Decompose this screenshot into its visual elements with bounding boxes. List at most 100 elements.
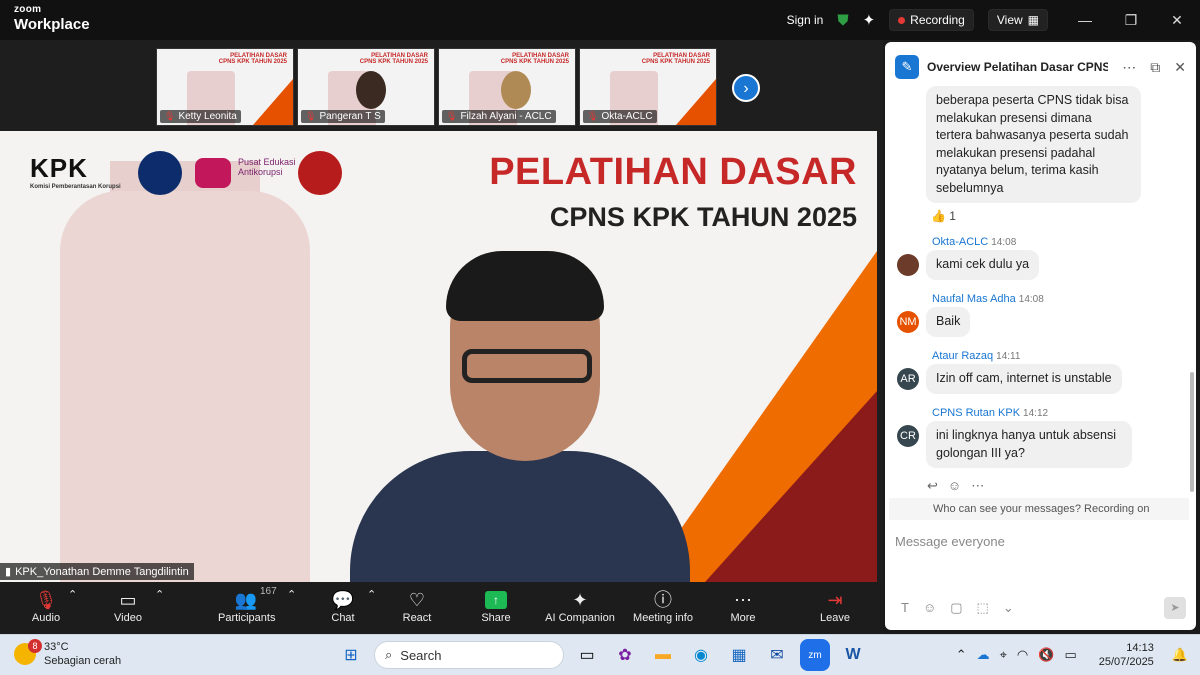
battery-icon[interactable]: ▭ bbox=[1064, 647, 1076, 663]
emoji-icon[interactable]: ☺ bbox=[923, 600, 936, 616]
chat-compose-icon: ✎ bbox=[895, 55, 919, 79]
text-format-icon[interactable]: T bbox=[901, 600, 909, 616]
participant-thumbnail[interactable]: PELATIHAN DASAR CPNS KPK TAHUN 2025 🎙 Pang… bbox=[297, 48, 435, 126]
system-tray: ⌃ ☁ ⌖ ◠ 🔇 ▭ 14:13 25/07/2025 🔔 bbox=[956, 635, 1200, 675]
chat-title: Overview Pelatihan Dasar CPNS ... bbox=[927, 60, 1109, 74]
send-button[interactable]: ➤ bbox=[1164, 597, 1186, 619]
message-sender: Ataur Razaq 14:11 bbox=[932, 350, 1021, 362]
chat-message-bubble: kami cek dulu ya bbox=[926, 250, 1040, 280]
file-icon[interactable]: ▢ bbox=[950, 600, 962, 616]
more-dots-icon: ⋯ bbox=[734, 590, 752, 610]
weather-widget[interactable]: 8 33°C Sebagian cerah bbox=[14, 639, 122, 668]
zoom-logo: zoom Workplace bbox=[14, 5, 90, 33]
speaker-figure bbox=[350, 251, 690, 582]
visibility-note[interactable]: Who can see your messages? Recording on bbox=[889, 498, 1189, 520]
participant-thumbnail[interactable]: PELATIHAN DASAR CPNS KPK TAHUN 2025 🎙 Kett… bbox=[156, 48, 294, 126]
message-actions: ↩ ☺ ⋯ bbox=[927, 478, 984, 494]
audio-options-chevron-icon[interactable]: ⌃ bbox=[68, 588, 77, 601]
speaker-glasses bbox=[462, 349, 592, 383]
meeting-stage: PELATIHAN DASAR CPNS KPK TAHUN 2025 🎙 Kett… bbox=[0, 40, 883, 582]
sign-in-button[interactable]: Sign in bbox=[787, 13, 824, 27]
chat-input-area[interactable]: Message everyone T ☺ ▢ ⬚ ⌄ ➤ bbox=[885, 522, 1196, 630]
share-label: Share bbox=[481, 612, 511, 624]
chat-message-bubble: beberapa peserta CPNS tidak bisa melakuk… bbox=[926, 86, 1141, 203]
participant-thumbnail[interactable]: PELATIHAN DASAR CPNS KPK TAHUN 2025 🎙 Filz… bbox=[438, 48, 576, 126]
task-view-icon[interactable]: ▭ bbox=[572, 639, 602, 671]
chevron-up-icon[interactable]: ⌃ bbox=[956, 647, 967, 663]
outlook-icon[interactable]: ✉ bbox=[762, 639, 792, 671]
onedrive-cloud-icon[interactable]: ☁ bbox=[977, 647, 990, 663]
slide-accent-graphic bbox=[676, 79, 716, 125]
pusat-edukasi-logo-icon bbox=[195, 158, 231, 188]
chevron-down-icon[interactable]: ⌄ bbox=[1003, 600, 1014, 616]
chat-header: ✎ Overview Pelatihan Dasar CPNS ... ⋯ ⧉ … bbox=[885, 42, 1196, 92]
close-icon[interactable]: ✕ bbox=[1154, 12, 1200, 29]
chat-button[interactable]: 💬 Chat bbox=[328, 588, 358, 624]
heart-icon: ♡ bbox=[408, 590, 426, 610]
leave-label: Leave bbox=[820, 612, 850, 624]
screenshot-icon[interactable]: ⬚ bbox=[977, 600, 989, 616]
chat-options-chevron-icon[interactable]: ⌃ bbox=[367, 588, 376, 601]
chat-input-placeholder[interactable]: Message everyone bbox=[895, 534, 1005, 549]
speaker-hair bbox=[446, 251, 604, 321]
video-options-chevron-icon[interactable]: ⌃ bbox=[155, 588, 164, 601]
start-windows-icon[interactable]: ⊞ bbox=[336, 639, 366, 671]
weather-description: Sebagian cerah bbox=[44, 655, 122, 667]
ai-companion-button[interactable]: ✦ AI Companion bbox=[545, 588, 615, 624]
file-explorer-icon[interactable]: ▬ bbox=[648, 639, 678, 671]
participants-options-chevron-icon[interactable]: ⌃ bbox=[287, 588, 296, 601]
copilot-icon[interactable]: ✿ bbox=[610, 639, 640, 671]
reply-icon[interactable]: ↩ bbox=[927, 478, 938, 494]
notification-badge: 8 bbox=[28, 639, 42, 653]
zoom-app-icon[interactable]: zm bbox=[800, 639, 830, 671]
microsoft-store-icon[interactable]: ▦ bbox=[724, 639, 754, 671]
video-button[interactable]: ▭ Video bbox=[110, 588, 146, 624]
next-page-button[interactable]: › bbox=[732, 74, 760, 102]
pop-out-icon[interactable]: ⧉ bbox=[1150, 59, 1160, 76]
leave-button[interactable]: ⇥ Leave bbox=[820, 588, 850, 624]
edge-browser-icon[interactable]: ◉ bbox=[686, 639, 716, 671]
kpk-logo: KPK Komisi Pemberantasan Korupsi bbox=[30, 153, 121, 190]
wifi-icon[interactable]: ◠ bbox=[1017, 647, 1028, 663]
share-button[interactable]: ↑ Share bbox=[480, 588, 512, 624]
reaction-badge[interactable]: 👍 1 bbox=[931, 209, 956, 223]
location-icon[interactable]: ⌖ bbox=[1000, 647, 1007, 663]
message-sender: Okta-ACLC 14:08 bbox=[932, 236, 1017, 248]
maximize-icon[interactable]: ❐ bbox=[1108, 12, 1154, 29]
close-chat-icon[interactable]: ✕ bbox=[1174, 59, 1186, 76]
chat-panel: ✎ Overview Pelatihan Dasar CPNS ... ⋯ ⧉ … bbox=[883, 40, 1200, 634]
participant-thumbnail[interactable]: PELATIHAN DASAR CPNS KPK TAHUN 2025 🎙 Okta… bbox=[579, 48, 717, 126]
more-button[interactable]: ⋯ More bbox=[728, 588, 758, 624]
notification-bell-icon[interactable]: 🔔 bbox=[1172, 647, 1188, 663]
audio-button[interactable]: 🎙 Audio bbox=[28, 588, 64, 624]
chat-scrollbar[interactable] bbox=[1190, 372, 1194, 492]
more-options-icon[interactable]: ⋯ bbox=[1122, 59, 1136, 76]
clock-time: 14:13 bbox=[1126, 642, 1154, 654]
system-clock[interactable]: 14:13 25/07/2025 bbox=[1099, 641, 1154, 669]
view-button[interactable]: View ▦ bbox=[987, 9, 1048, 31]
background-tower bbox=[60, 191, 310, 582]
windows-taskbar: 8 33°C Sebagian cerah ⊞ ⌕ Search ▭ ✿ ▬ ◉… bbox=[0, 634, 1200, 675]
leave-icon: ⇥ bbox=[827, 590, 843, 610]
garuda-emblem-icon bbox=[298, 151, 342, 195]
clock-date: 25/07/2025 bbox=[1098, 656, 1154, 668]
react-button[interactable]: ♡ React bbox=[402, 588, 432, 624]
more-label: More bbox=[730, 612, 756, 624]
minimize-icon[interactable]: — bbox=[1062, 12, 1108, 28]
emoji-react-icon[interactable]: ☺ bbox=[948, 478, 961, 494]
participants-count: 167 bbox=[260, 586, 277, 597]
more-actions-icon[interactable]: ⋯ bbox=[971, 478, 984, 494]
volume-muted-icon[interactable]: 🔇 bbox=[1038, 647, 1054, 663]
slide-headline: PELATIHAN DASAR CPNS KPK TAHUN 2025 bbox=[489, 151, 857, 233]
shield-icon[interactable]: ⛊ bbox=[837, 12, 848, 29]
speaker-name: KPK_Yonathan Demme Tangdilintin bbox=[15, 565, 189, 578]
weather-temperature: 33°C bbox=[44, 641, 69, 653]
signal-bars-icon: ▮ bbox=[5, 566, 12, 578]
kpk-logo-text: KPK bbox=[30, 153, 88, 183]
taskbar-search[interactable]: ⌕ Search bbox=[374, 641, 564, 669]
word-icon[interactable]: W bbox=[838, 639, 868, 671]
ai-sparkle-icon[interactable]: ✦ bbox=[863, 11, 876, 29]
meeting-info-button[interactable]: ⓘ Meeting info bbox=[632, 588, 694, 624]
mini-slide-title: PELATIHAN DASAR CPNS KPK TAHUN 2025 bbox=[641, 53, 710, 65]
recording-indicator[interactable]: Recording bbox=[889, 9, 974, 31]
